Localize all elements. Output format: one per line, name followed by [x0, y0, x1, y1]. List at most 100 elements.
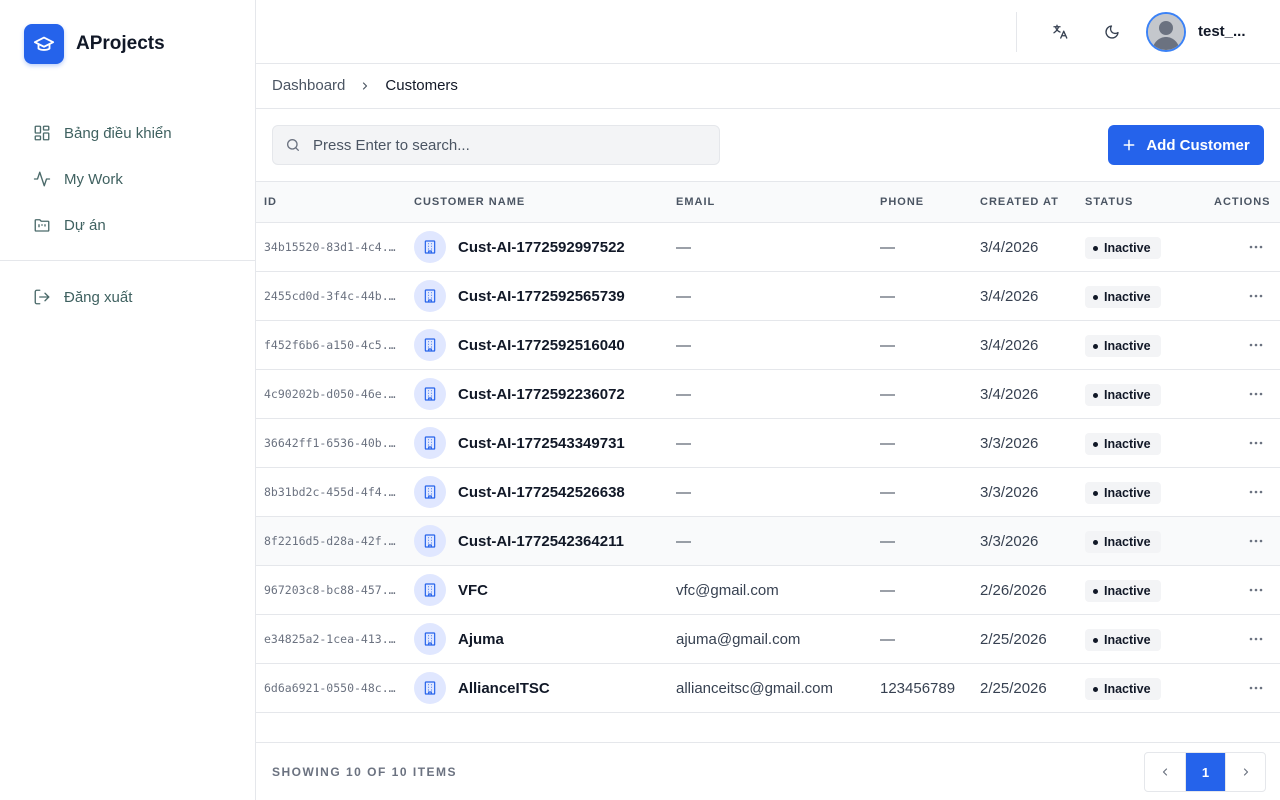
- customer-name[interactable]: Cust-AI-1772542364211: [458, 517, 624, 565]
- status-badge: Inactive: [1085, 482, 1161, 504]
- customer-name[interactable]: Cust-AI-1772592565739: [458, 272, 625, 320]
- add-customer-label: Add Customer: [1146, 136, 1250, 154]
- moon-icon[interactable]: [1100, 20, 1124, 44]
- customer-name[interactable]: Cust-AI-1772542526638: [458, 468, 625, 516]
- table-row[interactable]: 6d6a6921-0550-48c... AllianceITSC allian…: [256, 664, 1280, 713]
- previous-page-button[interactable]: [1145, 753, 1185, 791]
- table-header: ID Customer Name Email Phone Created At …: [256, 181, 1280, 223]
- customer-name[interactable]: Ajuma: [458, 615, 504, 663]
- customer-id: 2455cd0d-3f4c-44b...: [264, 289, 400, 303]
- table-row[interactable]: 36642ff1-6536-40b... Cust-AI-17725433497…: [256, 419, 1280, 468]
- username[interactable]: test_...: [1198, 23, 1246, 40]
- table-row[interactable]: 8f2216d5-d28a-42f... Cust-AI-17725423642…: [256, 517, 1280, 566]
- building-icon: [414, 476, 446, 508]
- more-actions-icon[interactable]: [1246, 384, 1266, 404]
- next-page-button[interactable]: [1225, 753, 1265, 791]
- customer-email: —: [676, 483, 691, 501]
- table-row[interactable]: 34b15520-83d1-4c4... Cust-AI-17725929975…: [256, 223, 1280, 272]
- customers-table: ID Customer Name Email Phone Created At …: [256, 181, 1280, 713]
- building-icon: [414, 672, 446, 704]
- breadcrumb-dashboard-link[interactable]: Dashboard: [272, 77, 345, 94]
- translate-icon[interactable]: [1048, 20, 1072, 44]
- table-row[interactable]: 2455cd0d-3f4c-44b... Cust-AI-17725925657…: [256, 272, 1280, 321]
- topbar: test_...: [256, 0, 1280, 64]
- customer-name[interactable]: AllianceITSC: [458, 664, 550, 712]
- logout-button[interactable]: Đăng xuất: [24, 274, 132, 320]
- status-dot: [1093, 294, 1098, 300]
- brand-name: AProjects: [76, 33, 165, 54]
- more-actions-icon[interactable]: [1246, 433, 1266, 453]
- page-button-current[interactable]: 1: [1185, 753, 1225, 791]
- status-dot: [1093, 343, 1098, 349]
- search-input[interactable]: [313, 126, 713, 164]
- more-actions-icon[interactable]: [1246, 629, 1266, 649]
- chevron-left-icon: [1162, 768, 1168, 776]
- more-actions-icon[interactable]: [1246, 286, 1266, 306]
- avatar[interactable]: [1146, 12, 1186, 52]
- more-actions-icon[interactable]: [1246, 678, 1266, 698]
- customer-phone: —: [880, 483, 895, 501]
- column-header-status: Status: [1085, 196, 1134, 208]
- customer-name[interactable]: VFC: [458, 566, 488, 614]
- more-actions-icon[interactable]: [1246, 237, 1266, 257]
- customer-email: —: [676, 434, 691, 452]
- customer-name[interactable]: Cust-AI-1772543349731: [458, 419, 625, 467]
- breadcrumb: Dashboard Customers: [272, 77, 458, 94]
- add-customer-button[interactable]: Add Customer: [1108, 125, 1264, 165]
- status-label: Inactive: [1104, 241, 1151, 255]
- dashboard-grid-icon: [32, 123, 52, 143]
- customer-phone: —: [880, 630, 895, 648]
- customer-id: e34825a2-1cea-413...: [264, 632, 400, 646]
- customer-id: 4c90202b-d050-46e...: [264, 387, 400, 401]
- status-dot: [1093, 588, 1098, 594]
- more-actions-icon[interactable]: [1246, 335, 1266, 355]
- status-dot: [1093, 441, 1098, 447]
- table-row[interactable]: e34825a2-1cea-413... Ajuma ajuma@gmail.c…: [256, 615, 1280, 664]
- more-actions-icon[interactable]: [1246, 580, 1266, 600]
- activity-icon: [32, 169, 52, 189]
- customer-id: 967203c8-bc88-457...: [264, 583, 400, 597]
- building-icon: [414, 329, 446, 361]
- customer-created-at: 3/3/2026: [980, 532, 1039, 550]
- customer-name[interactable]: Cust-AI-1772592997522: [458, 223, 625, 271]
- sidebar-item-projects[interactable]: Dự án: [24, 202, 234, 248]
- status-label: Inactive: [1104, 486, 1151, 500]
- folder-kanban-icon: [32, 215, 52, 235]
- customer-name[interactable]: Cust-AI-1772592236072: [458, 370, 625, 418]
- customer-id: 36642ff1-6536-40b...: [264, 436, 400, 450]
- customer-phone: —: [880, 385, 895, 403]
- sidebar-item-label: My Work: [64, 170, 123, 188]
- customer-created-at: 2/26/2026: [980, 581, 1047, 599]
- table-row[interactable]: 8b31bd2c-455d-4f4... Cust-AI-17725425266…: [256, 468, 1280, 517]
- customer-email: —: [676, 385, 691, 403]
- status-badge: Inactive: [1085, 237, 1161, 259]
- status-label: Inactive: [1104, 437, 1151, 451]
- more-actions-icon[interactable]: [1246, 482, 1266, 502]
- sidebar-item-my-work[interactable]: My Work: [24, 156, 234, 202]
- sidebar-nav: Bảng điều khiển My Work Dự án: [24, 110, 234, 248]
- status-dot: [1093, 686, 1098, 692]
- table-row[interactable]: f452f6b6-a150-4c5... Cust-AI-17725925160…: [256, 321, 1280, 370]
- building-icon: [414, 231, 446, 263]
- building-icon: [414, 525, 446, 557]
- brand[interactable]: AProjects: [24, 24, 165, 64]
- customer-id: 8b31bd2c-455d-4f4...: [264, 485, 400, 499]
- more-actions-icon[interactable]: [1246, 531, 1266, 551]
- building-icon: [414, 427, 446, 459]
- sidebar-item-label: Bảng điều khiển: [64, 124, 172, 142]
- footer-divider: [256, 742, 1280, 743]
- table-row[interactable]: 967203c8-bc88-457... VFC vfc@gmail.com —…: [256, 566, 1280, 615]
- customer-id: 6d6a6921-0550-48c...: [264, 681, 400, 695]
- customer-email: vfc@gmail.com: [676, 581, 779, 599]
- column-header-phone: Phone: [880, 196, 925, 208]
- building-icon: [414, 378, 446, 410]
- customer-email: allianceitsc@gmail.com: [676, 679, 833, 697]
- sidebar-item-dashboard[interactable]: Bảng điều khiển: [24, 110, 234, 156]
- sidebar-divider: [0, 260, 255, 261]
- customer-phone: 123456789: [880, 679, 956, 697]
- building-icon: [414, 280, 446, 312]
- pagination-summary: Showing 10 of 10 items: [272, 765, 458, 779]
- search-box: [272, 125, 720, 165]
- customer-name[interactable]: Cust-AI-1772592516040: [458, 321, 625, 369]
- table-row[interactable]: 4c90202b-d050-46e... Cust-AI-17725922360…: [256, 370, 1280, 419]
